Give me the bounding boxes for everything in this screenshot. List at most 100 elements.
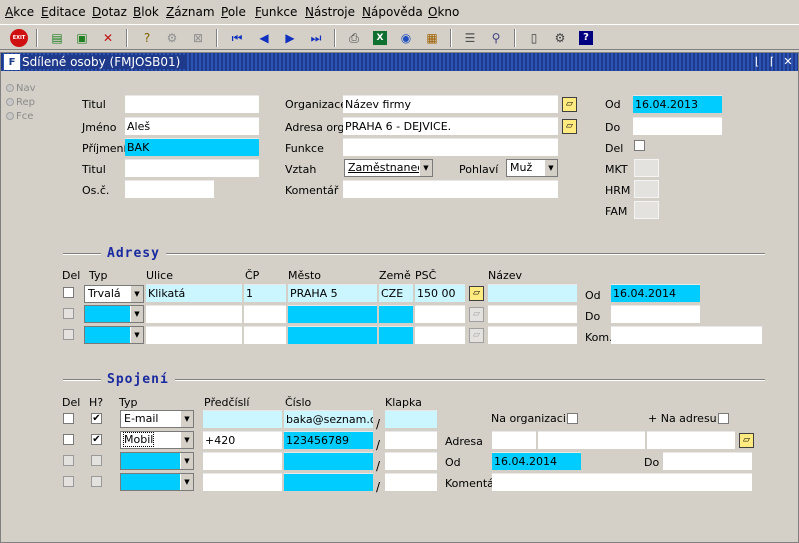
adresa-row3-zeme[interactable] [379,326,413,344]
adresa-od-field[interactable]: 16.04.2014 [611,284,700,302]
chevron-down-icon[interactable]: ▼ [544,160,557,176]
adresa-row3-mesto[interactable] [288,326,377,344]
menu-zaznam[interactable]: Záznam [166,5,215,19]
menu-okno[interactable]: Okno [428,5,459,19]
fam-field[interactable] [634,201,659,219]
spojeni-komentar-field[interactable] [492,473,752,491]
adresa-kom-field[interactable] [611,326,762,344]
adresa-row2-cp[interactable] [244,305,286,323]
spojeni-row4-cislo[interactable] [284,473,373,491]
exit-button[interactable]: EXIT [8,28,30,48]
menu-funkce[interactable]: Funkce [255,5,297,19]
adresa-row3-typ-select[interactable]: ▼ [84,326,144,344]
chevron-down-icon[interactable]: ▼ [419,160,432,176]
jmeno-field[interactable]: Aleš [125,117,259,135]
od-field[interactable]: 16.04.2013 [633,95,722,113]
previous-record-button[interactable]: ◀ [254,28,274,48]
report-button[interactable]: ▦ [422,28,442,48]
export-excel-button[interactable]: X [370,28,390,48]
adresa-row3-del-checkbox[interactable] [63,329,74,340]
spojeni-od-field[interactable]: 16.04.2014 [492,452,581,470]
adresa-row1-del-checkbox[interactable] [63,287,74,298]
chevron-down-icon[interactable]: ▼ [130,306,143,322]
adresa-row1-zeme[interactable]: CZE [379,284,413,302]
close-icon[interactable]: ✕ [781,54,795,69]
prijmeni-field[interactable]: BAK [125,138,259,156]
list-values-button[interactable]: ☰ [460,28,480,48]
adresa-row2-pick-button[interactable]: ▱ [469,307,484,322]
adresa-org-field[interactable]: PRAHA 6 - DEJVICE. [343,117,558,135]
titul-field[interactable] [125,95,259,113]
menu-pole[interactable]: Pole [221,5,246,19]
search-button[interactable]: ⚲ [486,28,506,48]
menu-akce[interactable]: Akce [5,5,34,19]
adresa-row1-ulice[interactable]: Klikatá [146,284,242,302]
browser-button[interactable]: ◉ [396,28,416,48]
menu-dotaz[interactable]: Dotaz [92,5,127,19]
organizace-pick-button[interactable]: ▱ [562,97,577,112]
adresa-row1-typ-select[interactable]: Trvalá ▼ [84,285,144,303]
del-checkbox[interactable] [634,140,645,151]
adresa-row2-nazev[interactable] [488,305,577,323]
spojeni-row2-predcisli[interactable]: +420 [203,431,282,449]
spojeni-row1-klapka[interactable] [385,410,437,428]
komentar-field[interactable] [343,180,558,198]
last-record-button[interactable]: ⏭ [306,28,326,48]
adresa-row3-pick-button[interactable]: ▱ [469,328,484,343]
adresa-row2-zeme[interactable] [379,305,413,323]
funkce-field[interactable] [343,138,558,156]
notes-button[interactable]: ▯ [524,28,544,48]
menu-blok[interactable]: Blok [133,5,159,19]
help-button[interactable]: ? [576,28,596,48]
spojeni-adresa-field2[interactable] [538,431,645,449]
titul2-field[interactable] [125,159,259,177]
print-button[interactable]: ⎙ [344,28,364,48]
spojeni-row2-klapka[interactable] [385,431,437,449]
adresa-do-field[interactable] [611,305,700,323]
adresa-row3-cp[interactable] [244,326,286,344]
radio-fce[interactable]: Fce [6,111,33,122]
menu-nastroje[interactable]: Nástroje [305,5,355,19]
spojeni-row1-typ-select[interactable]: E-mail ▼ [120,410,194,428]
adresa-row1-nazev[interactable] [488,284,577,302]
execute-query-button[interactable]: ⚙ [162,28,182,48]
spojeni-row2-cislo[interactable]: 123456789 [284,431,373,449]
pohlavi-select[interactable]: Muž ▼ [506,159,558,177]
spojeni-row4-klapka[interactable] [385,473,437,491]
radio-nav[interactable]: Nav [6,83,36,94]
adresa-row2-psc[interactable] [415,305,465,323]
adresa-row1-mesto[interactable]: PRAHA 5 [288,284,377,302]
spojeni-row1-del-checkbox[interactable] [63,413,74,424]
spojeni-row3-cislo[interactable] [284,452,373,470]
menu-editace[interactable]: Editace [41,5,86,19]
spojeni-adresa-field3[interactable] [647,431,735,449]
spojeni-row2-h-checkbox[interactable]: ✔ [91,434,102,445]
adresa-row2-mesto[interactable] [288,305,377,323]
spojeni-row4-del-checkbox[interactable] [63,476,74,487]
spojeni-row4-predcisli[interactable] [203,473,282,491]
maximize-icon[interactable]: ⌈ [765,54,779,69]
adresa-row3-psc[interactable] [415,326,465,344]
spojeni-row2-typ-select[interactable]: Mobil ▼ [120,431,194,449]
spojeni-adresa-pick-button[interactable]: ▱ [739,433,754,448]
chevron-down-icon[interactable]: ▼ [180,432,193,448]
spojeni-row4-typ-select[interactable]: ▼ [120,473,194,491]
chevron-down-icon[interactable]: ▼ [180,411,193,427]
adresa-row2-typ-select[interactable]: ▼ [84,305,144,323]
spojeni-row1-h-checkbox[interactable]: ✔ [91,413,102,424]
cancel-query-button[interactable]: ⊠ [188,28,208,48]
spojeni-row1-predcisli[interactable] [203,410,282,428]
adresa-row2-ulice[interactable] [146,305,242,323]
save-record-button[interactable]: ▣ [72,28,92,48]
vztah-select[interactable]: Zaměstnanec. ▼ [344,159,433,177]
insert-record-button[interactable]: ▤ [47,28,67,48]
adresa-row1-cp[interactable]: 1 [244,284,286,302]
spojeni-row3-klapka[interactable] [385,452,437,470]
adresa-row1-pick-button[interactable]: ▱ [469,286,484,301]
do-field[interactable] [633,117,722,135]
chevron-down-icon[interactable]: ▼ [180,453,193,469]
spojeni-adresa-field1[interactable] [492,431,536,449]
first-record-button[interactable]: ⏮ [227,28,247,48]
chevron-down-icon[interactable]: ▼ [130,286,143,302]
spojeni-row3-typ-select[interactable]: ▼ [120,452,194,470]
